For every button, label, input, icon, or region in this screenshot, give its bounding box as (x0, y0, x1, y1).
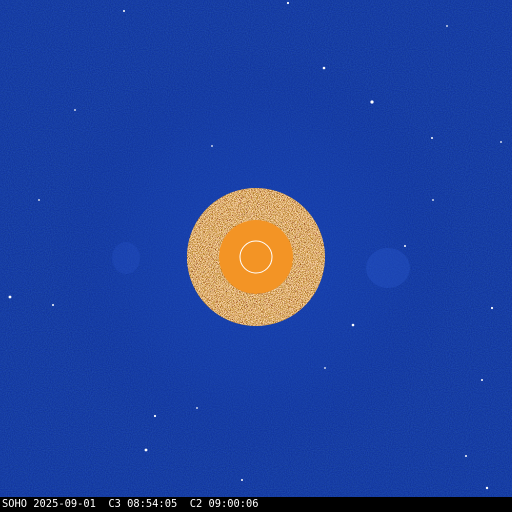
coronagraph-field (0, 0, 512, 497)
star (144, 448, 148, 452)
star (404, 245, 406, 247)
star (286, 1, 290, 5)
star (500, 141, 502, 143)
star (38, 199, 40, 201)
c2-time: 09:00:06 (208, 498, 259, 510)
star (432, 199, 434, 201)
star (8, 295, 12, 299)
star (446, 25, 448, 27)
c3-label: C3 (108, 498, 121, 510)
star (211, 145, 213, 147)
star (465, 455, 467, 457)
star (196, 407, 198, 409)
c2-label: C2 (189, 498, 203, 510)
star (74, 109, 76, 111)
star (490, 306, 494, 310)
observatory-label: SOHO (2, 498, 28, 510)
star (52, 304, 54, 306)
star (431, 137, 433, 139)
star (324, 367, 326, 369)
star (322, 66, 326, 70)
star (370, 100, 374, 104)
coronagraph-image-frame: SOHO 2025-09-01 C3 08:54:05 C2 09:00:06 (0, 0, 512, 512)
star (481, 379, 483, 381)
image-caption: SOHO 2025-09-01 C3 08:54:05 C2 09:00:06 (2, 497, 259, 512)
star (241, 479, 243, 481)
star (153, 414, 157, 418)
star (485, 486, 489, 490)
capture-date: 2025-09-01 (33, 498, 96, 510)
occulter-disk (219, 220, 293, 294)
c3-time: 08:54:05 (127, 498, 178, 510)
faint-patch-right (366, 248, 410, 288)
star (351, 323, 355, 327)
star (123, 10, 125, 12)
faint-patch-left (112, 242, 140, 274)
caption-bar: SOHO 2025-09-01 C3 08:54:05 C2 09:00:06 (0, 497, 512, 512)
